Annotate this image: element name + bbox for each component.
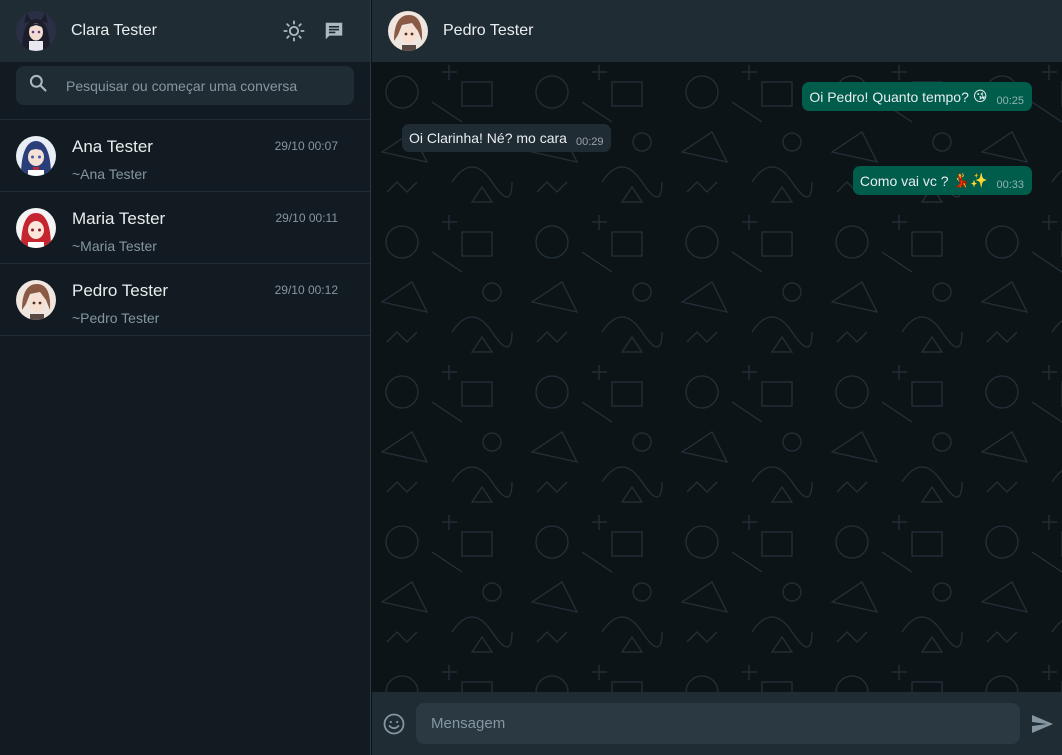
chat-item-text: Ana Tester ~Ana Tester 29/10 00:07 (72, 120, 354, 192)
chat-subtitle: ~Pedro Tester (72, 309, 160, 326)
chat-wallpaper (372, 62, 1062, 692)
search-input[interactable] (66, 77, 340, 94)
sidebar: Clara Tester Pesquisar ou começar uma co… (0, 0, 371, 755)
chat-item-maria[interactable]: Maria Tester ~Maria Tester 29/10 00:11 (0, 192, 370, 264)
user-name: Clara Tester (71, 22, 157, 39)
send-icon[interactable] (1030, 712, 1054, 736)
contact-name: Pedro Tester (443, 22, 534, 39)
message-time: 00:33 (996, 179, 1024, 191)
chat-item-text: Maria Tester ~Maria Tester 29/10 00:11 (72, 192, 354, 264)
chat-time: 29/10 00:11 (275, 210, 338, 225)
chat-subtitle: ~Maria Tester (72, 237, 157, 254)
message-text: Oi Clarinha! Né? mo cara (409, 130, 567, 146)
sidebar-header: Clara Tester (0, 0, 370, 62)
contact-avatar[interactable] (388, 11, 428, 51)
conversation-header: Pedro Tester (372, 0, 1062, 62)
message-icon[interactable] (322, 19, 346, 43)
message-text: Como vai vc ? (859, 173, 949, 189)
chat-subtitle: ~Ana Tester (72, 165, 147, 182)
chat-item-pedro[interactable]: Pedro Tester ~Pedro Tester 29/10 00:12 (0, 264, 370, 336)
message-area[interactable]: Oi Pedro! Quanto tempo? 😘 00:25 Oi Clari… (372, 62, 1062, 692)
composer-bar (372, 692, 1062, 755)
user-avatar[interactable] (16, 11, 56, 51)
chat-item-ana[interactable]: Ana Tester ~Ana Tester 29/10 00:07 (0, 120, 370, 192)
avatar (16, 207, 56, 248)
dancer-emoji: 💃✨ (952, 172, 988, 188)
message-time: 00:25 (996, 95, 1024, 107)
kiss-emoji: 😘 (972, 88, 988, 104)
conversation-panel: Pedro Tester Oi Pedro! Quanto tempo? 😘 0… (372, 0, 1062, 755)
search-icon[interactable] (28, 73, 48, 98)
chat-name: Maria Tester (72, 208, 166, 228)
search-bar (0, 62, 370, 111)
chat-name: Ana Tester (72, 136, 153, 156)
message-bubble-outgoing[interactable]: Como vai vc ? 💃✨ 00:33 (852, 166, 1032, 195)
chat-time: 29/10 00:07 (274, 138, 338, 153)
sun-icon[interactable] (282, 19, 306, 43)
message-bubble-outgoing[interactable]: Oi Pedro! Quanto tempo? 😘 00:25 (802, 82, 1032, 111)
chat-name: Pedro Tester (72, 280, 169, 300)
avatar (16, 135, 56, 176)
chat-list: Ana Tester ~Ana Tester 29/10 00:07 Maria… (0, 120, 370, 336)
chat-time: 29/10 00:12 (274, 282, 338, 297)
message-bubble-incoming[interactable]: Oi Clarinha! Né? mo cara 00:29 (402, 124, 612, 152)
message-input[interactable] (416, 703, 1020, 744)
sidebar-actions (282, 19, 346, 43)
chat-item-text: Pedro Tester ~Pedro Tester 29/10 00:12 (72, 264, 354, 336)
avatar (16, 279, 56, 320)
search-box (16, 66, 354, 105)
message-time: 00:29 (575, 136, 604, 148)
message-text: Oi Pedro! Quanto tempo? (809, 89, 969, 105)
emoji-icon[interactable] (382, 712, 406, 736)
